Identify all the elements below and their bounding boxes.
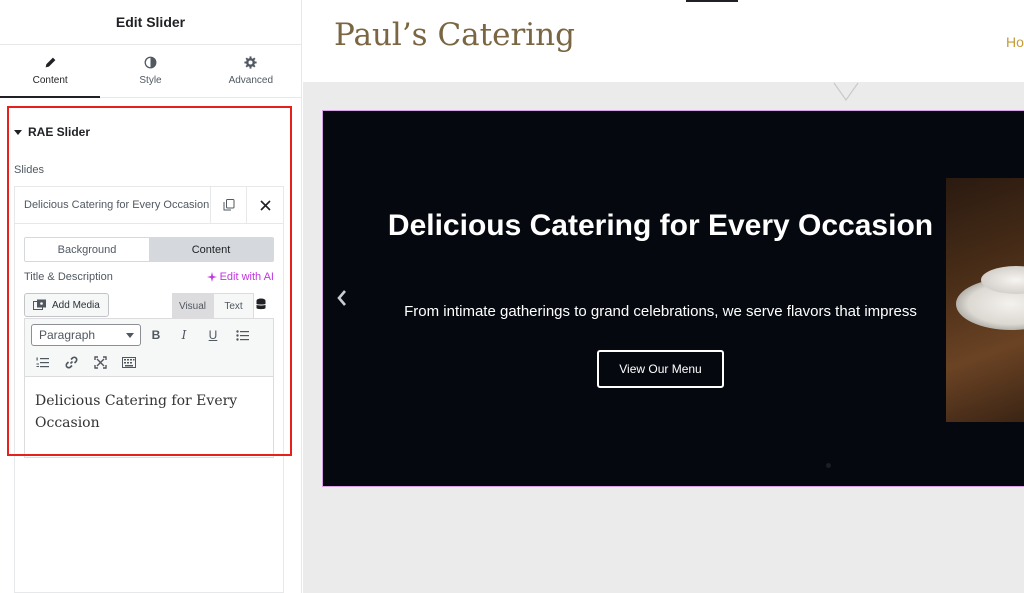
- panel-tabs: Content Style Advanced: [0, 45, 301, 98]
- slide-food-image: [946, 178, 1024, 422]
- topbar-accent: [686, 0, 738, 2]
- view-menu-button[interactable]: View Our Menu: [597, 350, 724, 388]
- site-logo[interactable]: Paul’s Catering: [334, 17, 575, 53]
- slider-dot[interactable]: [826, 463, 831, 468]
- panel-title: Edit Slider: [115, 14, 186, 30]
- tab-content[interactable]: Content: [0, 45, 101, 98]
- nav-item-home[interactable]: Ho: [1006, 34, 1024, 50]
- site-header: Paul’s Catering Ho: [303, 0, 1024, 82]
- gear-icon: [244, 56, 257, 69]
- tab-advanced[interactable]: Advanced: [201, 45, 301, 97]
- tab-advanced-label: Advanced: [228, 75, 274, 86]
- slide-title: Delicious Catering for Every Occasion: [387, 209, 934, 242]
- preview-canvas: Paul’s Catering Ho Delicious Catering fo…: [303, 0, 1024, 593]
- triangle-down-icon: [833, 82, 859, 102]
- contrast-icon: [144, 56, 157, 69]
- slide-description: From intimate gatherings to grand celebr…: [404, 303, 917, 320]
- hero-slider: Delicious Catering for Every Occasion Fr…: [322, 110, 1024, 487]
- tab-content-label: Content: [32, 75, 68, 86]
- highlight-box: [7, 106, 292, 456]
- tab-style-label: Style: [139, 75, 162, 86]
- tab-style[interactable]: Style: [100, 45, 200, 97]
- editor-panel: Edit Slider Content Style Advanced RAE S…: [0, 0, 302, 593]
- pencil-icon: [45, 57, 56, 68]
- panel-header: Edit Slider: [0, 0, 301, 45]
